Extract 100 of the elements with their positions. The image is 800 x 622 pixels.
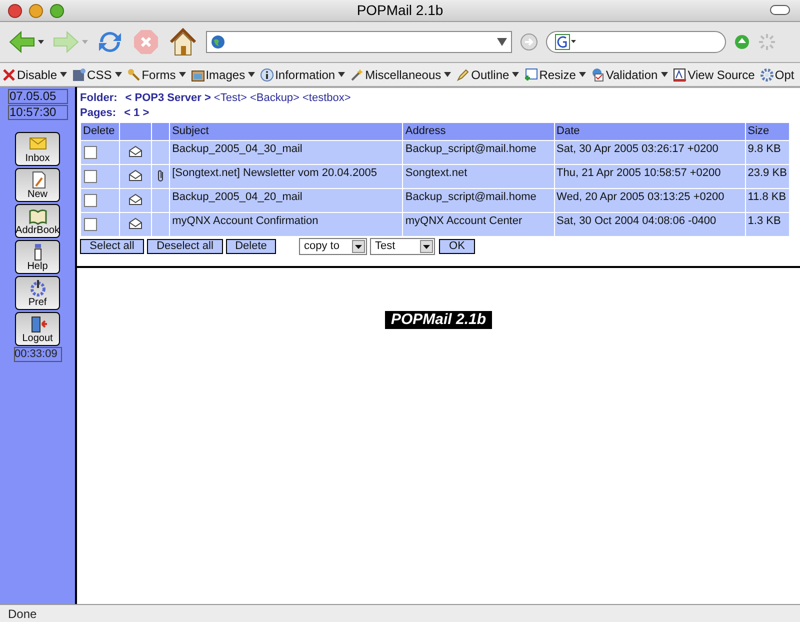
- caret-icon: [248, 72, 256, 77]
- book-icon: [28, 207, 48, 225]
- toolbar-menu[interactable]: Miscellaneous: [350, 66, 452, 84]
- envelope-icon: [129, 218, 142, 230]
- sidebar-button[interactable]: Logout: [15, 312, 60, 346]
- subject-cell: Backup_2005_04_20_mail: [172, 190, 302, 202]
- toolbar-menu[interactable]: Disable: [2, 66, 68, 84]
- close-button[interactable]: [8, 4, 22, 18]
- size-cell: 1.3 KB: [748, 214, 781, 226]
- column-header: Size: [745, 122, 790, 140]
- time-display: 10:57:30: [8, 105, 68, 120]
- envelope-icon: [129, 194, 142, 206]
- toolbar-menu[interactable]: Information: [260, 66, 346, 84]
- date-cell: Sat, 30 Apr 2005 03:26:17 +0200: [556, 142, 718, 154]
- search-field[interactable]: [546, 31, 726, 53]
- caret-icon: [512, 72, 520, 77]
- toolbar-menu[interactable]: Images: [190, 66, 256, 84]
- globe-icon: [211, 35, 225, 49]
- toolbar-menu[interactable]: Opt: [760, 66, 794, 84]
- sidebar-button[interactable]: New: [15, 168, 60, 202]
- checkbox[interactable]: [84, 194, 97, 206]
- sidebar-button[interactable]: Inbox: [15, 132, 60, 166]
- gear-icon: [28, 279, 48, 297]
- zoom-button[interactable]: [50, 4, 64, 18]
- search-engine-icon[interactable]: [555, 34, 577, 50]
- checkbox[interactable]: [84, 170, 97, 182]
- envelope-icon: [129, 146, 142, 158]
- size-cell: 11.8 KB: [748, 190, 786, 202]
- subject-cell: Backup_2005_04_30_mail: [172, 142, 302, 154]
- folder-label: Folder:: [80, 90, 118, 106]
- back-icon[interactable]: [8, 30, 44, 54]
- dropdown[interactable]: copy to: [299, 238, 367, 254]
- minimize-button[interactable]: [29, 4, 43, 18]
- column-header: Date: [554, 122, 746, 140]
- address-cell: Backup_script@mail.home: [405, 142, 536, 154]
- go-icon[interactable]: [520, 33, 538, 51]
- folder-link[interactable]: < POP3 Server >: [125, 90, 211, 106]
- sidebar-button[interactable]: Pref: [15, 276, 60, 310]
- subject-cell: myQNX Account Confirmation: [172, 214, 318, 226]
- address-cell: Backup_script@mail.home: [405, 190, 536, 202]
- size-cell: 9.8 KB: [748, 142, 781, 154]
- add-icon[interactable]: [734, 34, 750, 50]
- image-icon: [190, 68, 205, 82]
- address-field[interactable]: [206, 31, 512, 53]
- column-header: Address: [402, 122, 554, 140]
- home-icon[interactable]: [168, 27, 198, 57]
- gear-icon: [760, 68, 774, 82]
- caret-icon: [578, 72, 586, 77]
- toolbar-menu[interactable]: CSS: [72, 66, 122, 84]
- action-button[interactable]: Deselect all: [147, 238, 223, 254]
- action-button[interactable]: Delete: [226, 238, 276, 254]
- subject-cell: [Songtext.net] Newsletter vom 20.04.2005: [172, 166, 377, 178]
- document-icon: [672, 68, 687, 82]
- toolbar-menu[interactable]: Outline: [456, 66, 520, 84]
- resize-icon: [524, 68, 538, 82]
- caret-icon: [178, 72, 186, 77]
- envelope-icon: [129, 170, 142, 182]
- date-cell: Wed, 20 Apr 2005 03:13:25 +0200: [556, 190, 724, 202]
- caret-icon: [660, 72, 668, 77]
- checkmark-icon: [590, 68, 605, 82]
- column-header: Delete: [80, 122, 120, 140]
- page-link[interactable]: < 1 >: [124, 105, 150, 122]
- date-display: 07.05.05: [8, 89, 68, 104]
- toolbar-menu[interactable]: View Source: [672, 66, 755, 84]
- checkbox[interactable]: [84, 146, 97, 158]
- folder-link[interactable]: <Test>: [214, 90, 247, 106]
- session-timer: 00:33:09: [14, 347, 62, 362]
- status-text: Done: [8, 606, 37, 622]
- paperclip-icon: [157, 169, 164, 182]
- window-title: POPMail 2.1b: [356, 1, 444, 20]
- pages-label: Pages:: [80, 106, 116, 122]
- sidebar-button[interactable]: AddrBook: [15, 204, 60, 238]
- pencil-icon: [456, 68, 470, 82]
- folder-link[interactable]: <testbox>: [302, 90, 351, 106]
- action-button[interactable]: Select all: [80, 238, 144, 254]
- caret-icon: [60, 72, 68, 77]
- ok-button[interactable]: OK: [439, 238, 475, 254]
- caret-icon: [444, 72, 452, 77]
- column-header: Subject: [170, 122, 403, 140]
- spinner-icon: [758, 33, 776, 51]
- css-icon: [72, 68, 86, 82]
- caret-icon: [114, 72, 122, 77]
- address-cell: Songtext.net: [405, 166, 468, 178]
- size-cell: 23.9 KB: [748, 166, 787, 178]
- wand-icon: [350, 68, 364, 82]
- toolbar-menu[interactable]: Validation: [590, 66, 668, 84]
- checkbox[interactable]: [84, 218, 97, 230]
- date-cell: Sat, 30 Oct 2004 04:08:06 -0400: [556, 214, 716, 226]
- folder-link[interactable]: <Backup>: [250, 90, 300, 106]
- address-cell: myQNX Account Center: [405, 214, 522, 226]
- dropdown-icon[interactable]: [497, 38, 507, 46]
- toolbar-toggle-button[interactable]: [770, 5, 790, 15]
- sidebar-button[interactable]: Help: [15, 240, 60, 274]
- caret-icon: [338, 72, 346, 77]
- app-banner: POPMail 2.1b: [384, 311, 492, 329]
- toolbar-menu[interactable]: Forms: [126, 66, 186, 84]
- disable-icon: [2, 68, 16, 82]
- dropdown[interactable]: Test: [370, 238, 435, 254]
- toolbar-menu[interactable]: Resize: [524, 66, 586, 84]
- date-cell: Thu, 21 Apr 2005 10:58:57 +0200: [556, 166, 721, 178]
